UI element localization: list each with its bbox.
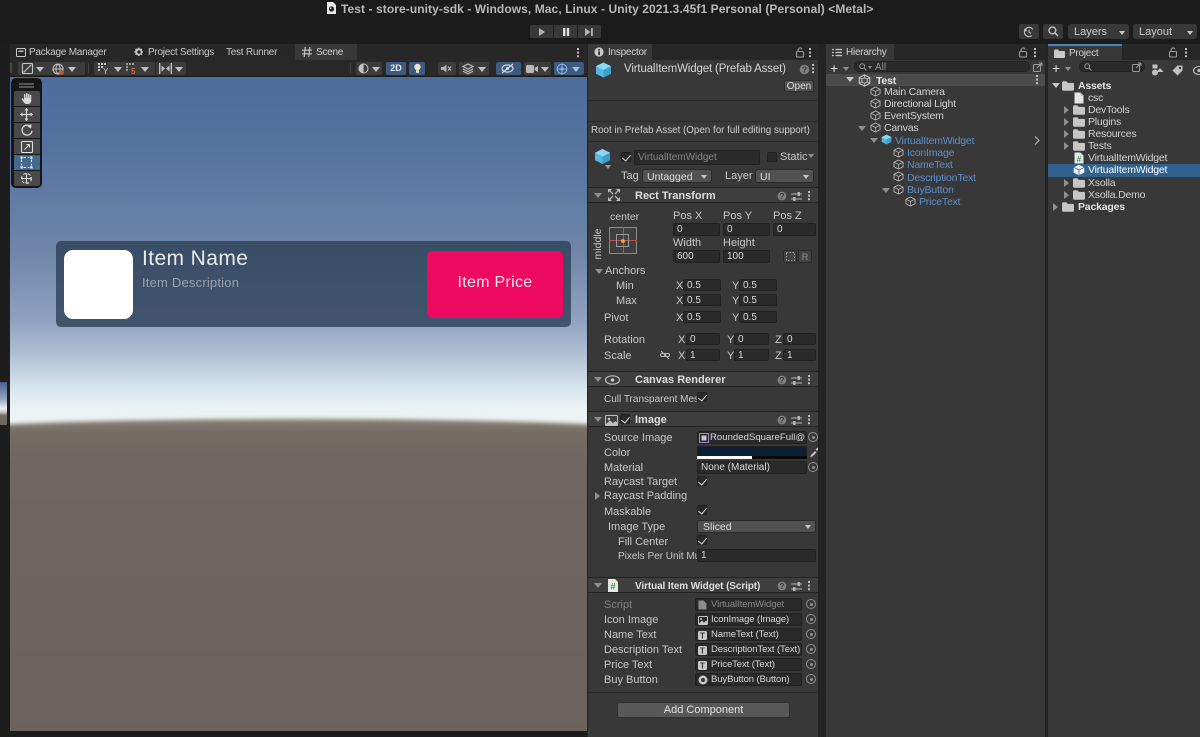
svg-text:T: T bbox=[700, 646, 705, 655]
svg-text:?: ? bbox=[780, 582, 785, 591]
svg-text:Y: Y bbox=[103, 67, 109, 76]
svg-text:?: ? bbox=[780, 416, 785, 425]
svg-text:5: 5 bbox=[131, 67, 136, 76]
svg-text:?: ? bbox=[780, 376, 785, 385]
svg-text:T: T bbox=[700, 631, 705, 640]
svg-text:T: T bbox=[700, 661, 705, 670]
svg-text:?: ? bbox=[780, 192, 785, 201]
svg-text:#: # bbox=[1077, 155, 1082, 164]
svg-text:?: ? bbox=[802, 64, 807, 74]
svg-text:#: # bbox=[610, 582, 615, 592]
